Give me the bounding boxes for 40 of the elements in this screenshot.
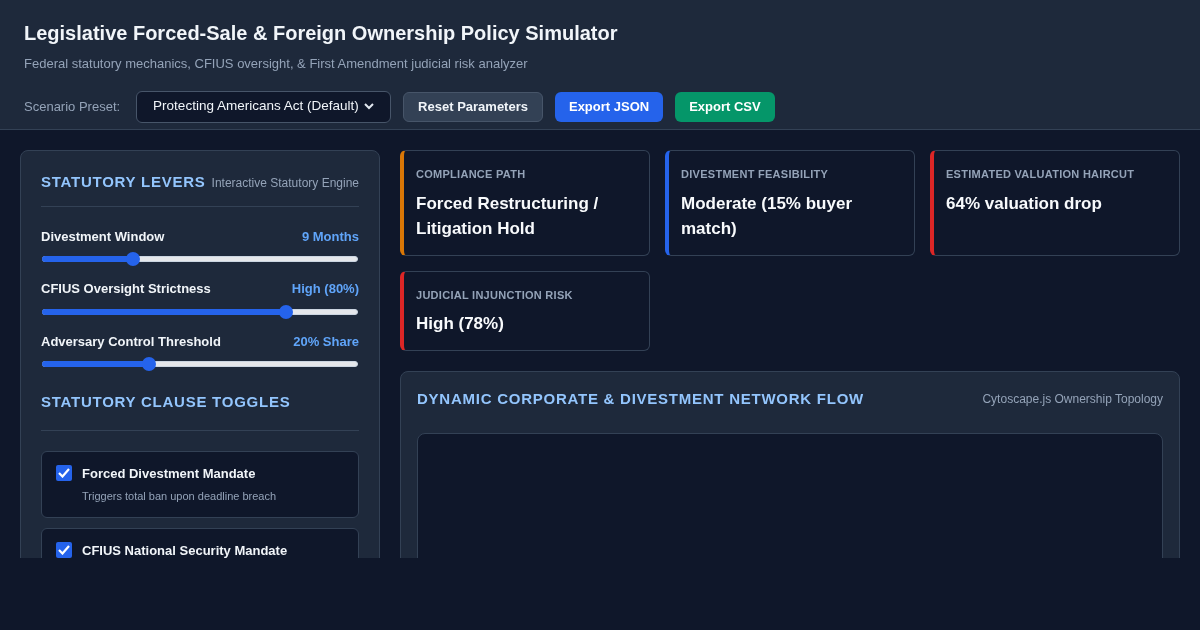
section-title: STATUTORY CLAUSE TOGGLES (41, 391, 359, 431)
toggle-label: CFIUS National Security Mandate (82, 541, 288, 558)
metric-label: JUDICIAL INJUNCTION RISK (416, 287, 574, 303)
slider-label: Divestment Window (41, 227, 165, 246)
checkbox[interactable] (56, 541, 72, 558)
export-button[interactable]: Export JSON (554, 91, 664, 122)
slider[interactable] (41, 252, 359, 266)
slider-thumb[interactable] (142, 357, 157, 371)
toggle-label: Forced Divestment Mandate (82, 464, 257, 483)
slider[interactable] (41, 357, 359, 371)
checkbox[interactable] (56, 464, 72, 481)
metric-value: High (78%) (416, 313, 505, 335)
metric-value: Forced Restructuring / Litigation Hold (416, 192, 600, 240)
metric-label: ESTIMATED VALUATION HAIRCUT (946, 167, 1136, 182)
export-button[interactable]: Export CSV (675, 91, 775, 122)
section-title: STATUTORY LEVERS (41, 172, 206, 192)
preset-dropdown[interactable]: Protecting Americans Act (Default) (136, 90, 392, 123)
toggle-description: Triggers total ban upon deadline breach (82, 489, 277, 504)
toggle-card[interactable]: Forced Divestment Mandate Triggers total ban upon deadline breach (41, 450, 359, 518)
app-title: Legislative Forced-Sale & Foreign Ownership Policy Simulator (24, 21, 618, 46)
metric-value: Moderate (15% buyer match) (681, 192, 853, 240)
chevron-down-icon (364, 103, 375, 110)
slider-label: CFIUS Oversight Strictness (41, 280, 211, 298)
slider[interactable] (41, 304, 359, 319)
metric-label: DIVESTMENT FEASIBILITY (681, 167, 830, 182)
preset-label: Scenario Preset: (24, 97, 121, 116)
slider-thumb[interactable] (278, 304, 293, 319)
toggle-card[interactable]: CFIUS National Security Mandate (41, 527, 359, 558)
app-subtitle: Federal statutory mechanics, CFIUS oversight, & First Amendment judicial risk analyzer (24, 55, 528, 73)
slider-reading: 9 Months (301, 227, 359, 246)
slider-label: Adversary Control Threshold (41, 332, 221, 351)
section-subtitle: Cytoscape.js Ownership Topology (982, 391, 1163, 409)
section-subtitle: Interactive Statutory Engine (211, 175, 359, 192)
reset-button[interactable]: Reset Parameters (403, 91, 543, 122)
slider-thumb[interactable] (126, 252, 141, 266)
section-title: DYNAMIC CORPORATE & DIVESTMENT NETWORK FLOW (417, 389, 864, 409)
metric-value: 64% valuation drop (946, 192, 1103, 215)
metric-label: COMPLIANCE PATH (416, 167, 527, 182)
slider-reading: High (80%) (291, 280, 359, 298)
slider-reading: 20% Share (293, 332, 359, 351)
